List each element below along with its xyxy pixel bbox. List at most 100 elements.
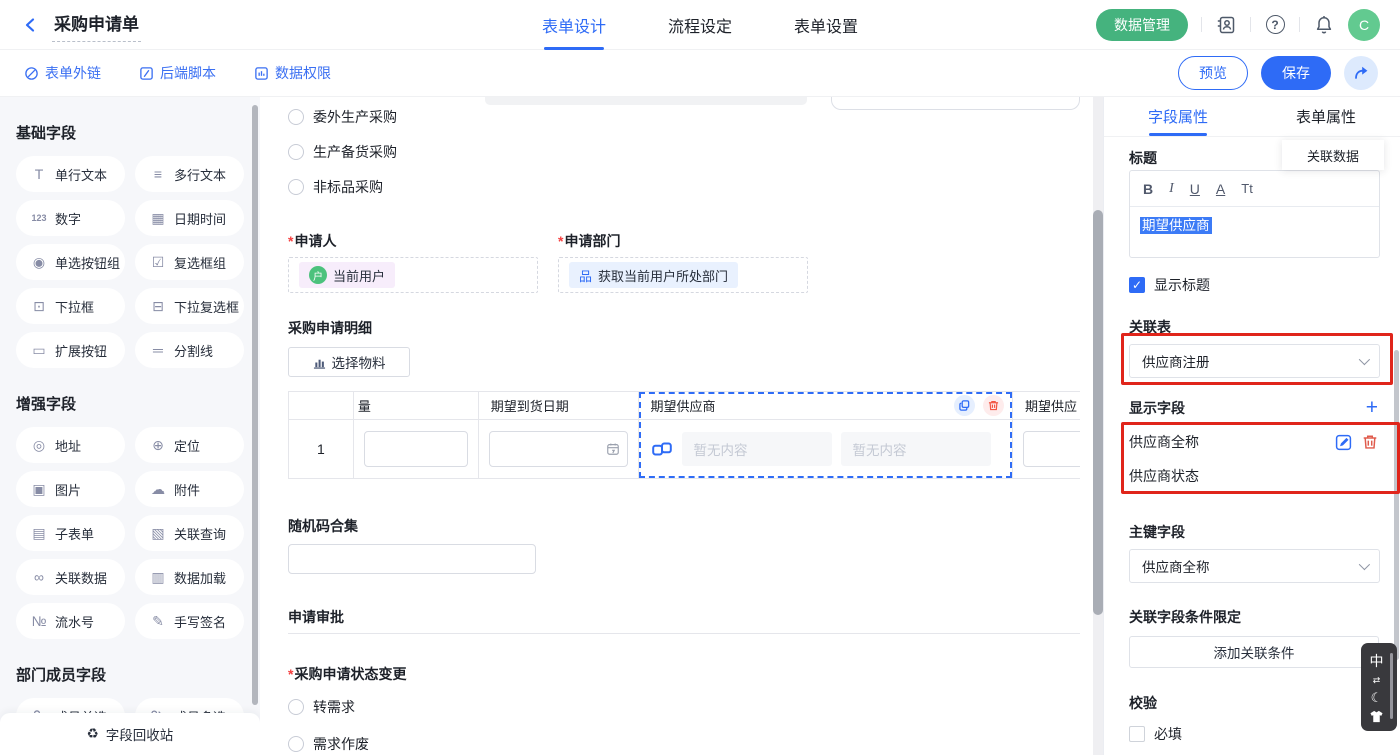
status-option-2[interactable]: 需求作废 [288,734,1080,754]
next-column-header[interactable]: 期望供应 [1013,392,1080,420]
quantity-header[interactable]: 量 [354,392,478,420]
notification-bell-icon[interactable] [1313,14,1335,36]
index-column: 1 [289,392,354,478]
radio-icon[interactable] [288,699,304,715]
radio-icon[interactable] [288,109,304,125]
contact-book-icon[interactable] [1215,14,1237,36]
related-table-select[interactable]: 供应商注册 [1129,344,1380,378]
field-pill-data-load[interactable]: ▥数据加载 [135,559,244,595]
field-pill-serial-number[interactable]: №流水号 [16,603,125,639]
field-pill-relation-query[interactable]: ▧关联查询 [135,515,244,551]
department-chip[interactable]: 品 获取当前用户所处部门 [569,262,738,288]
font-color-icon[interactable]: A [1216,181,1225,197]
tab-form-design[interactable]: 表单设计 [542,0,606,50]
bold-icon[interactable]: B [1143,181,1153,197]
external-link-item[interactable]: 表单外链 [24,63,101,83]
theme-shirt-icon[interactable] [1369,710,1384,723]
field-pill-signature[interactable]: ✎手写签名 [135,603,244,639]
required-checkbox-row[interactable]: 必填 [1129,724,1400,744]
field-pill-datetime[interactable]: ▦日期时间 [135,200,244,236]
italic-icon[interactable]: I [1169,181,1174,197]
field-pill-multi-text[interactable]: ≡多行文本 [135,156,244,192]
applicant-value-box[interactable]: 户 当前用户 [288,257,538,293]
translate-float-widget[interactable]: 中 ⇄ ☾ [1361,643,1397,731]
radio-icon[interactable] [288,736,304,752]
status-option-1[interactable]: 转需求 [288,697,1080,717]
field-pill-subform[interactable]: ▤子表单 [16,515,125,551]
data-manage-button[interactable]: 数据管理 [1096,9,1188,41]
field-pill-location[interactable]: ⊕定位 [135,427,244,463]
user-avatar[interactable]: C [1348,9,1380,41]
title-editor-content[interactable]: 期望供应商 [1130,207,1379,257]
tab-form-setting[interactable]: 表单设置 [794,0,858,50]
show-title-checkbox-row[interactable]: ✓ 显示标题 [1129,275,1400,295]
field-pill-dropdown[interactable]: ⊡下拉框 [16,288,125,324]
delete-column-icon[interactable] [983,395,1004,416]
radio-icon[interactable] [288,179,304,195]
checkbox-checked-icon[interactable]: ✓ [1129,277,1145,293]
primary-key-select[interactable]: 供应商全称 [1129,549,1380,583]
applicant-field[interactable]: *申请人 户 当前用户 [288,231,538,293]
date-column[interactable]: 期望到货日期 [479,392,639,478]
quantity-column[interactable]: 量 [354,392,479,478]
field-pill-checkbox-group[interactable]: ☑复选框组 [135,244,244,280]
purchase-type-option-1[interactable]: 委外生产采购 [288,107,1080,127]
quantity-input[interactable] [364,431,468,467]
field-pill-multi-dropdown[interactable]: ⊟下拉复选框 [135,288,244,324]
department-value-box[interactable]: 品 获取当前用户所处部门 [558,257,808,293]
script-icon [139,66,154,81]
field-pill-address[interactable]: ◎地址 [16,427,125,463]
field-pill-extend-button[interactable]: ▭扩展按钮 [16,332,125,368]
field-pill-image[interactable]: ▣图片 [16,471,125,507]
tab-flow-setting[interactable]: 流程设定 [668,0,732,50]
underline-icon[interactable]: U [1190,181,1200,197]
checkbox-empty-icon[interactable] [1129,726,1145,742]
edit-icon[interactable] [1335,434,1352,451]
add-display-field-icon[interactable]: + [1366,399,1378,417]
title-rich-editor[interactable]: B I U A Tt 期望供应商 [1129,170,1380,258]
data-permission-item[interactable]: 数据权限 [254,63,331,83]
tab-field-properties[interactable]: 字段属性 [1104,97,1252,136]
field-recycle-bin[interactable]: ♻ 字段回收站 [0,713,260,755]
section-enhanced-fields: 增强字段 [16,393,244,414]
purchase-type-option-3[interactable]: 非标品采购 [288,177,1080,197]
form-title[interactable]: 采购申请单 [52,8,141,42]
field-pill-number[interactable]: 123数字 [16,200,125,236]
department-field[interactable]: *申请部门 品 获取当前用户所处部门 [558,231,808,293]
supplier-header-label[interactable]: 期望供应商 [651,396,716,415]
random-code-input[interactable] [288,544,536,574]
add-condition-button[interactable]: 添加关联条件 [1129,636,1379,668]
share-button[interactable] [1344,56,1378,90]
tab-form-properties[interactable]: 表单属性 [1252,97,1400,136]
back-icon[interactable] [20,14,42,36]
date-header[interactable]: 期望到货日期 [479,392,638,420]
canvas-scrollbar-thumb[interactable] [1093,210,1103,615]
display-field-item-1[interactable]: 供应商全称 [1129,432,1378,452]
field-pill-relation-data[interactable]: ∞关联数据 [16,559,125,595]
delete-icon[interactable] [1362,434,1378,450]
switch-lang-icon[interactable]: ⇄ [1373,675,1381,686]
save-button[interactable]: 保存 [1261,56,1331,90]
purchase-type-option-2[interactable]: 生产备货采购 [288,142,1080,162]
font-size-icon[interactable]: Tt [1241,181,1253,196]
next-column-input[interactable] [1023,431,1080,467]
radio-icon[interactable] [288,144,304,160]
share-arrow-icon [1353,65,1369,81]
field-pill-single-text[interactable]: T单行文本 [16,156,125,192]
display-field-item-2[interactable]: 供应商状态 [1129,466,1378,486]
dark-mode-moon-icon[interactable]: ☾ [1371,690,1383,706]
preview-button[interactable]: 预览 [1178,56,1248,90]
field-pill-radio-group[interactable]: ◉单选按钮组 [16,244,125,280]
chinese-lang-icon[interactable]: 中 [1370,651,1384,671]
panel-scrollbar[interactable] [1394,350,1399,660]
sidebar-scrollbar[interactable] [252,105,258,705]
help-icon[interactable]: ? [1264,14,1286,36]
next-supplier-column[interactable]: 期望供应 [1013,392,1080,478]
backend-script-item[interactable]: 后端脚本 [139,63,216,83]
field-pill-attachment[interactable]: ☁附件 [135,471,244,507]
copy-column-icon[interactable] [954,395,975,416]
current-user-chip[interactable]: 户 当前用户 [299,262,395,288]
supplier-column-selected[interactable]: 期望供应商 暂无内容 暂无内容 [639,392,1013,478]
select-material-button[interactable]: 选择物料 [288,347,410,377]
field-pill-divider[interactable]: ═分割线 [135,332,244,368]
